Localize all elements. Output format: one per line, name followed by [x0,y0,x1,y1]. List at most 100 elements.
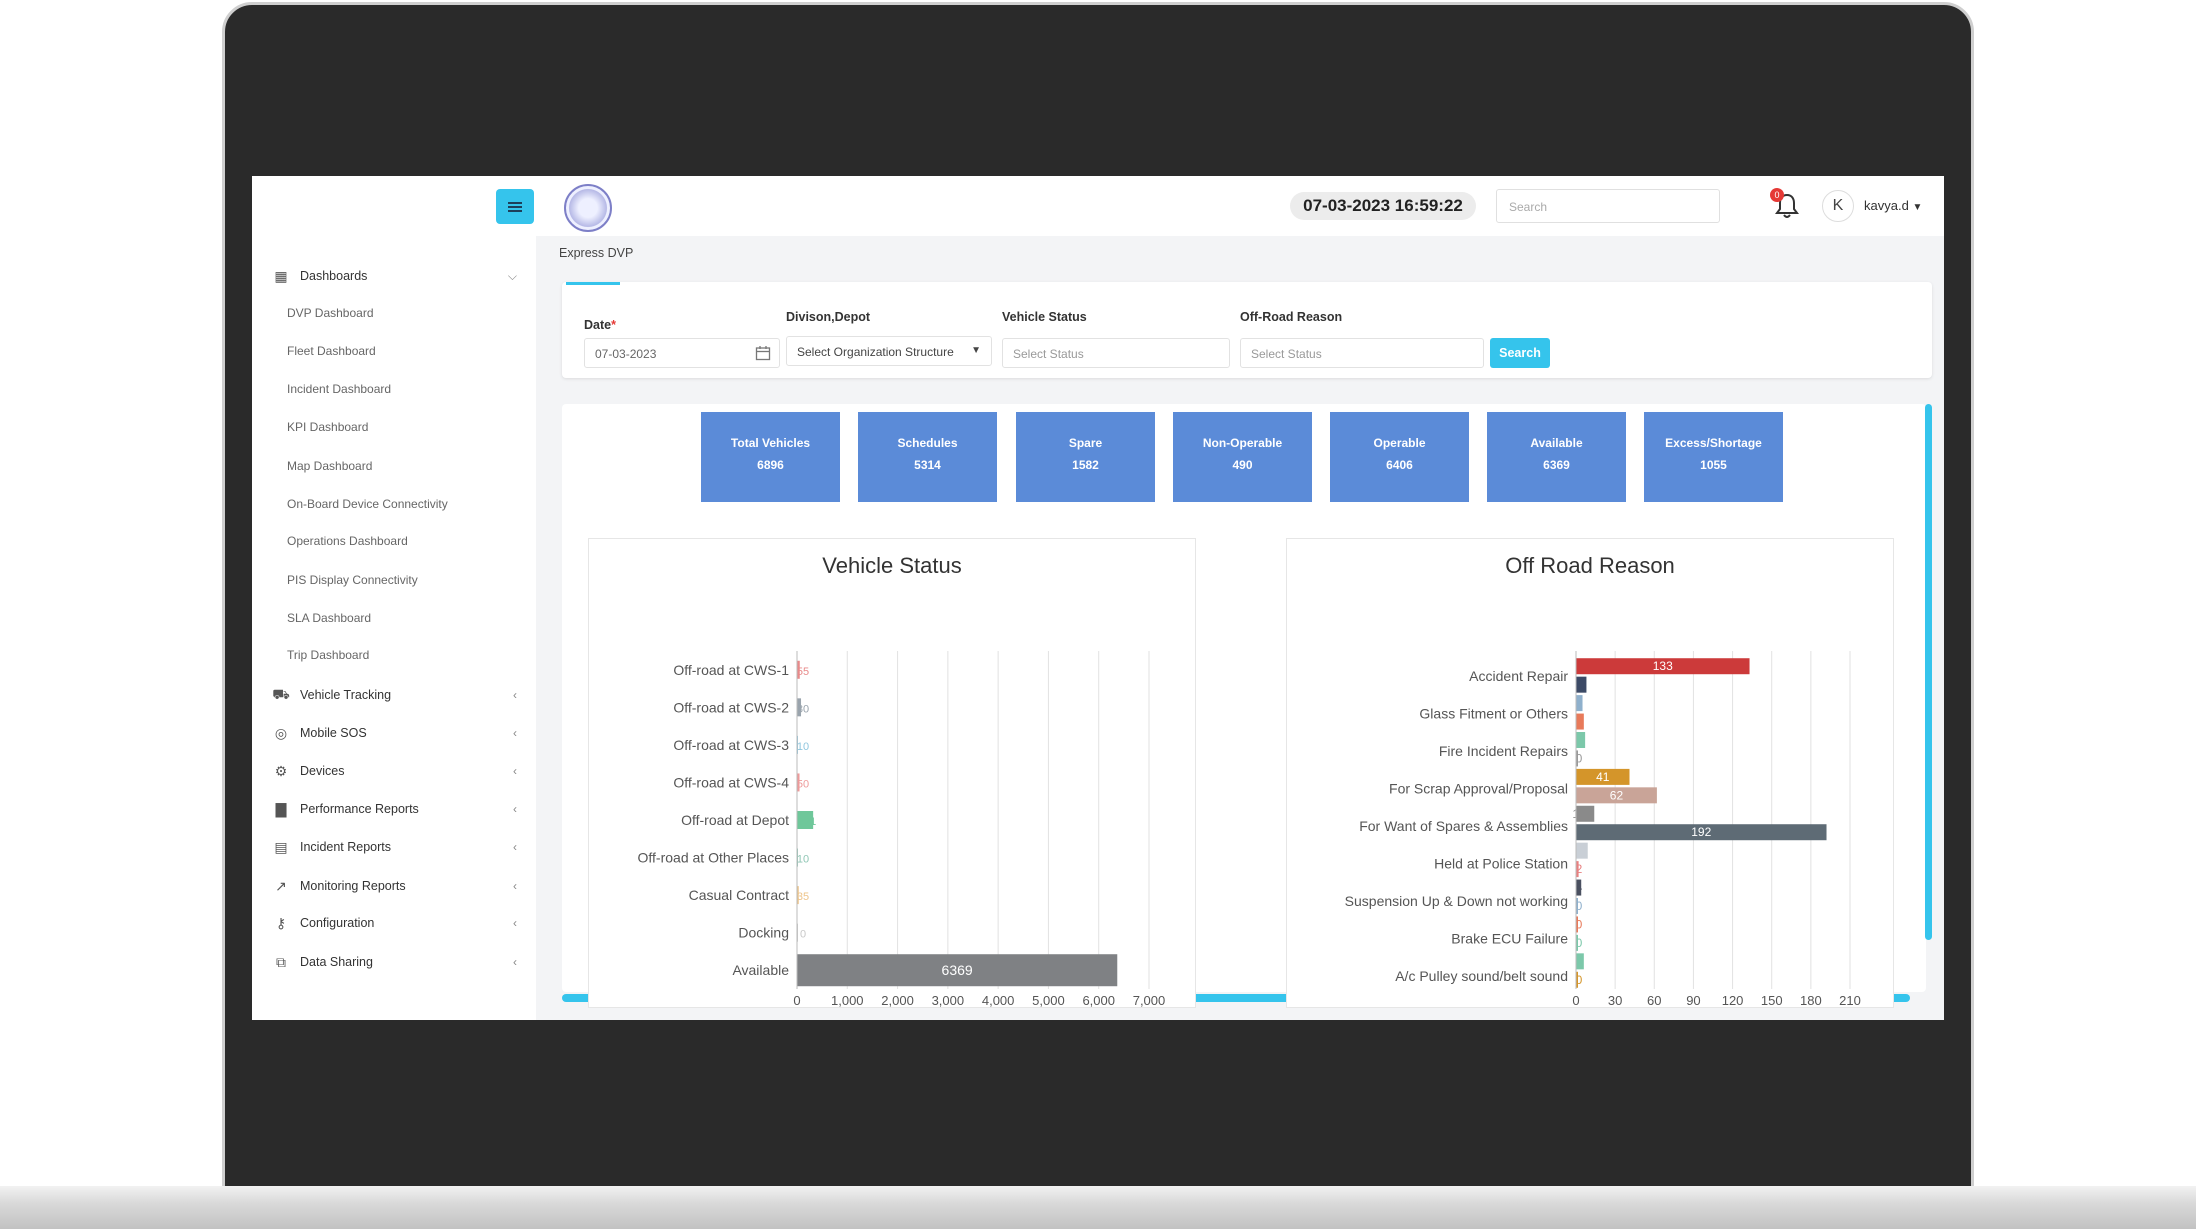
x-tick-label: 1,000 [831,993,864,1008]
kpi-tile-operable[interactable]: Operable 6406 [1330,412,1469,502]
kpi-value: 6369 [1543,458,1570,472]
x-tick-label: 2,000 [881,993,914,1008]
data-label: 0 [800,929,806,941]
user-menu[interactable]: kavya.d ▼ [1864,198,1922,213]
kpi-tile-spare[interactable]: Spare 1582 [1016,412,1155,502]
sidebar-section-incident-reports[interactable]: ▤ Incident Reports ‹ [272,835,517,859]
notification-badge: 0 [1770,188,1784,202]
calendar-icon[interactable] [755,345,771,364]
sidebar-item-trip-dashboard[interactable]: Trip Dashboard [287,648,369,662]
category-label: Brake ECU Failure [1451,931,1568,947]
sidebar-item-on-board-device-connectivity[interactable]: On-Board Device Connectivity [287,497,448,511]
kpi-tile-schedules[interactable]: Schedules 5314 [858,412,997,502]
date-field[interactable]: 07-03-2023 [584,338,780,368]
sidebar-section-performance-reports[interactable]: ▇ Performance Reports ‹ [272,797,517,821]
vehicle-status-label: Vehicle Status [1002,310,1087,324]
dashboard-icon: ▦ [274,267,288,284]
data-label: 35 [797,891,809,903]
chevron-left-icon: ‹ [513,802,517,816]
chevron-left-icon: ‹ [513,764,517,778]
sidebar-section-dashboards[interactable]: ▦ Dashboards ⌵ [272,264,517,288]
user-avatar[interactable]: K [1822,190,1854,222]
sidebar-item-kpi-dashboard[interactable]: KPI Dashboard [287,420,368,434]
data-label: 5 [1576,696,1583,710]
x-tick-label: 4,000 [982,993,1015,1008]
bar-chart-icon: ▇ [275,800,287,817]
vehicle-status-select[interactable]: Select Status [1002,338,1230,368]
x-tick-label: 6,000 [1082,993,1115,1008]
laptop-base [0,1186,2196,1229]
vehicle-status-chart-svg: 0 1,000 2,000 3,000 4,000 5,000 6,000 7,000 Off-… [638,651,1166,1008]
search-button[interactable]: Search [1490,338,1550,368]
sidebar-section-monitoring-reports[interactable]: ↗ Monitoring Reports ‹ [272,874,517,898]
vehicle-tracking-icon: ⛟ [272,685,290,702]
kpi-value: 6406 [1386,458,1413,472]
data-label: 80 [797,703,809,715]
username-label: kavya.d [1864,198,1909,213]
sidebar-section-devices[interactable]: ⚙ Devices ‹ [272,759,517,783]
data-label: 0 [1576,899,1583,913]
kpi-label: Schedules [897,436,958,450]
top-bar [536,176,1944,236]
sidebar-item-fleet-dashboard[interactable]: Fleet Dashboard [287,344,376,358]
data-label: 321 [798,816,816,828]
sidebar-section-label: Incident Reports [300,840,392,854]
sidebar-section-label: Monitoring Reports [300,879,406,893]
category-label: For Want of Spares & Assemblies [1359,818,1568,834]
organization-structure-select[interactable]: Select Organization Structure ▼ [786,336,992,366]
data-label: 0 [1576,751,1583,765]
sidebar-item-operations-dashboard[interactable]: Operations Dashboard [287,534,408,548]
x-tick-label: 60 [1647,993,1661,1008]
offroad-reason-chart-svg: 0 30 60 90 120 150 180 210133856704162141929240… [1345,651,1861,1008]
data-label: 0 [1576,973,1583,987]
kpi-label: Operable [1373,436,1426,450]
offroad-reason-chart: Off Road Reason 0 30 60 90 120 150 180 210 133 8 5… [1286,538,1894,1008]
category-label: Docking [738,925,789,941]
data-sharing-icon: ⧉ [276,953,286,970]
date-label: Date* [584,318,616,332]
sidebar-item-pis-display-connectivity[interactable]: PIS Display Connectivity [287,573,418,587]
category-label: Off-road at CWS-1 [673,662,789,678]
top-search-input[interactable]: Search [1496,189,1720,223]
date-value: 07-03-2023 [595,347,657,361]
kpi-label: Available [1530,436,1583,450]
category-label: A/c Pulley sound/belt sound [1395,968,1568,984]
sidebar-section-label: Performance Reports [300,802,419,816]
panel-vertical-scrollbar[interactable] [1925,404,1932,940]
sidebar-section-label: Devices [300,764,345,778]
x-tick-label: 7,000 [1133,993,1166,1008]
data-label: 50 [797,778,809,790]
organization-logo [564,184,612,232]
kpi-tile-available[interactable]: Available 6369 [1487,412,1626,502]
offroad-reason-select[interactable]: Select Status [1240,338,1484,368]
kpi-value: 490 [1232,458,1253,472]
chevron-left-icon: ‹ [513,879,517,893]
sidebar-item-map-dashboard[interactable]: Map Dashboard [287,459,372,473]
sidebar-item-sla-dashboard[interactable]: SLA Dashboard [287,611,371,625]
hamburger-menu-button[interactable] [496,189,534,224]
chevron-left-icon: ‹ [513,916,517,930]
sidebar-section-label: Configuration [300,916,375,930]
category-label: Casual Contract [689,887,789,903]
data-label: 2 [1576,862,1583,876]
data-label: 41 [1596,770,1610,784]
category-label: Fire Incident Repairs [1439,743,1568,759]
data-label: 6 [1576,715,1583,729]
sidebar-section-data-sharing[interactable]: ⧉ Data Sharing ‹ [272,950,517,974]
data-label: 4 [1576,881,1583,895]
x-tick-label: 0 [793,993,800,1008]
kpi-value: 1055 [1700,458,1727,472]
x-tick-label: 5,000 [1032,993,1065,1008]
sidebar-item-dvp-dashboard[interactable]: DVP Dashboard [287,306,374,320]
sidebar-item-incident-dashboard[interactable]: Incident Dashboard [287,382,391,396]
kpi-tile-excess-shortage[interactable]: Excess/Shortage 1055 [1644,412,1783,502]
data-label: 0 [1576,917,1583,931]
sidebar-section-configuration[interactable]: ⚷ Configuration ‹ [272,911,517,935]
kpi-tile-total-vehicles[interactable]: Total Vehicles 6896 [701,412,840,502]
sidebar-section-mobile-sos[interactable]: ◎ Mobile SOS ‹ [272,721,517,745]
data-label: 62 [1610,788,1624,802]
data-label: 0 [1576,936,1583,950]
chevron-left-icon: ‹ [513,688,517,702]
kpi-tile-non-operable[interactable]: Non-Operable 490 [1173,412,1312,502]
sidebar-section-vehicle-tracking[interactable]: ⛟ Vehicle Tracking ‹ [272,683,517,707]
